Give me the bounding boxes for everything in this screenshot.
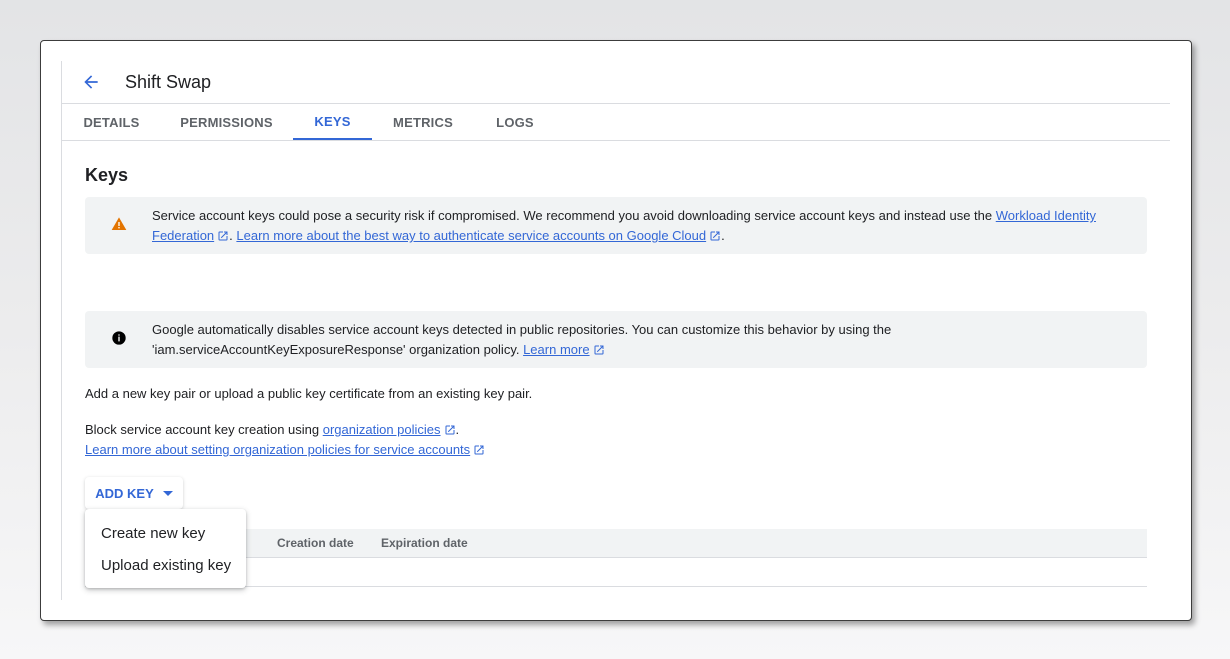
console-window: Shift Swap DETAILS PERMISSIONS KEYS METR… [40, 40, 1192, 621]
tab-permissions[interactable]: PERMISSIONS [178, 104, 275, 140]
warning-text: Service account keys could pose a securi… [152, 206, 1111, 248]
external-link-icon [473, 442, 485, 462]
tab-keys[interactable]: KEYS [293, 104, 372, 140]
block-key-creation-text: Block service account key creation using… [85, 420, 459, 442]
page-title: Shift Swap [125, 71, 212, 92]
column-expiration-date[interactable]: Expiration date [381, 536, 468, 550]
add-key-label: ADD KEY [95, 485, 154, 501]
add-key-menu: Create new key Upload existing key [85, 509, 246, 588]
tab-details[interactable]: DETAILS [62, 104, 161, 140]
back-arrow-icon[interactable] [79, 70, 103, 94]
warning-icon [111, 216, 127, 238]
menu-item-create-new-key[interactable]: Create new key [85, 517, 246, 549]
section-title: Keys [85, 165, 129, 185]
external-link-icon [217, 228, 229, 248]
menu-item-upload-existing-key[interactable]: Upload existing key [85, 549, 246, 581]
info-learn-more-link[interactable]: Learn more [523, 342, 589, 357]
tab-logs[interactable]: LOGS [489, 104, 541, 140]
policies-learn-more-link[interactable]: Learn more about setting organization po… [85, 442, 470, 457]
external-link-icon [593, 342, 605, 362]
tab-bar: DETAILS PERMISSIONS KEYS METRICS LOGS [62, 104, 1170, 141]
column-creation-date[interactable]: Creation date [277, 536, 354, 550]
tab-metrics[interactable]: METRICS [392, 104, 454, 140]
policies-learn-more: Learn more about setting organization po… [85, 440, 485, 462]
dropdown-caret-icon [162, 490, 173, 496]
info-icon [111, 330, 127, 352]
info-text: Google automatically disables service ac… [152, 320, 1111, 362]
page-header: Shift Swap [62, 61, 1170, 104]
external-link-icon [709, 228, 721, 248]
add-key-hint: Add a new key pair or upload a public ke… [85, 386, 533, 401]
divider [61, 61, 62, 600]
external-link-icon [444, 422, 456, 442]
organization-policies-link[interactable]: organization policies [323, 422, 441, 437]
info-banner: Google automatically disables service ac… [85, 311, 1147, 368]
security-warning-banner: Service account keys could pose a securi… [85, 197, 1147, 254]
add-key-button[interactable]: ADD KEY [85, 477, 183, 509]
authenticate-learn-more-link[interactable]: Learn more about the best way to authent… [236, 228, 706, 243]
